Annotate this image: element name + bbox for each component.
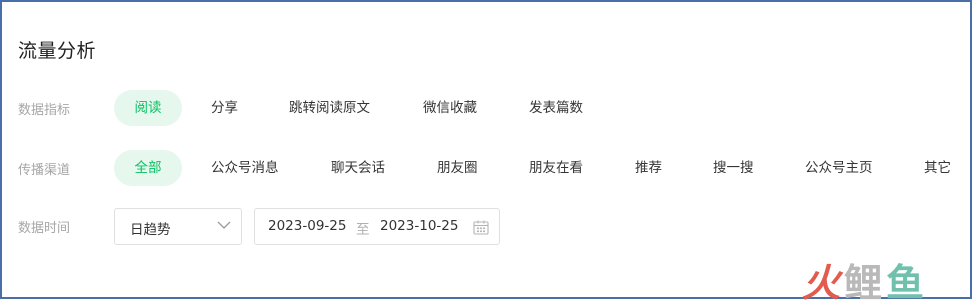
channel-row-label: 传播渠道 <box>18 163 71 178</box>
time-filter-row: 数据时间 日趋势 2023-09-25 至 2023-10-25 <box>2 208 970 245</box>
channel-option-search[interactable]: 搜一搜 <box>713 150 754 186</box>
granularity-value: 日趋势 <box>130 222 171 238</box>
traffic-analysis-panel: 流量分析 数据指标 阅读 分享 跳转阅读原文 微信收藏 发表篇数 传播渠道 全部… <box>0 0 972 305</box>
end-date[interactable]: 2023-10-25 <box>380 218 458 234</box>
channel-option-account-homepage[interactable]: 公众号主页 <box>805 150 873 186</box>
granularity-select[interactable]: 日趋势 <box>114 208 242 245</box>
channel-option-other[interactable]: 其它 <box>924 150 951 186</box>
metric-option-share[interactable]: 分享 <box>211 90 238 126</box>
channel-option-chat[interactable]: 聊天会话 <box>331 150 385 186</box>
watermark-char-3: 鱼 <box>886 261 929 305</box>
channel-option-recommend[interactable]: 推荐 <box>635 150 662 186</box>
channel-option-account-message[interactable]: 公众号消息 <box>211 150 279 186</box>
watermark-char-1: 火 <box>802 261 845 305</box>
watermark-char-2: 鲤 <box>844 261 887 305</box>
metric-filter-row: 数据指标 阅读 分享 跳转阅读原文 微信收藏 发表篇数 <box>2 90 970 126</box>
date-range-picker[interactable]: 2023-09-25 至 2023-10-25 <box>254 208 500 245</box>
metric-option-wechat-favorite[interactable]: 微信收藏 <box>423 90 477 126</box>
channel-option-friends-watching[interactable]: 朋友在看 <box>529 150 583 186</box>
channel-option-all[interactable]: 全部 <box>114 150 182 186</box>
page-title: 流量分析 <box>18 40 97 62</box>
channel-filter-row: 传播渠道 全部 公众号消息 聊天会话 朋友圈 朋友在看 推荐 搜一搜 公众号主页… <box>2 150 970 186</box>
time-row-label: 数据时间 <box>18 221 71 236</box>
calendar-icon[interactable] <box>473 220 489 235</box>
metric-row-label: 数据指标 <box>18 103 71 118</box>
chevron-down-icon <box>217 221 231 229</box>
date-range-separator: 至 <box>356 222 370 238</box>
metric-option-read[interactable]: 阅读 <box>114 90 182 126</box>
channel-option-moments[interactable]: 朋友圈 <box>437 150 478 186</box>
start-date[interactable]: 2023-09-25 <box>268 218 346 234</box>
metric-option-post-count[interactable]: 发表篇数 <box>529 90 583 126</box>
metric-option-read-original[interactable]: 跳转阅读原文 <box>289 90 370 126</box>
